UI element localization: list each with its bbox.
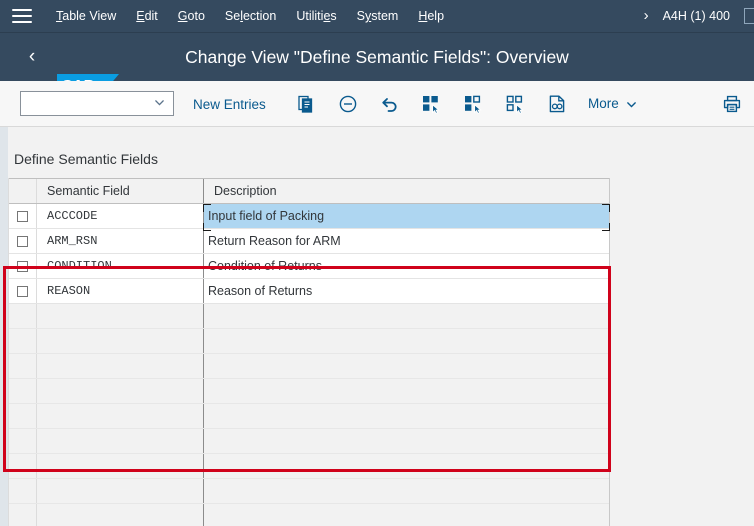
document-details-icon[interactable] xyxy=(547,94,567,119)
menu-bar: Table View Edit Goto Selection Utilities… xyxy=(0,0,754,32)
row-select-cell[interactable] xyxy=(9,254,37,278)
table-row-empty[interactable] xyxy=(9,429,609,454)
row-checkbox[interactable] xyxy=(17,210,28,222)
row-select-cell[interactable] xyxy=(9,229,37,253)
minus-circle-delete-icon[interactable] xyxy=(338,94,358,119)
cell-description[interactable] xyxy=(204,454,609,478)
chevron-down-icon xyxy=(155,100,164,106)
table-row[interactable]: CONDITION Condition of Returns xyxy=(9,254,609,279)
row-checkbox[interactable] xyxy=(17,235,28,247)
row-select-cell[interactable] xyxy=(9,404,37,428)
menu-item-utilities[interactable]: Utilities xyxy=(286,0,346,32)
system-id-label: A4H (1) 400 xyxy=(662,9,730,23)
row-select-cell[interactable] xyxy=(9,204,37,228)
row-checkbox[interactable] xyxy=(17,285,28,297)
cell-semantic-field[interactable] xyxy=(37,354,204,378)
content-left-edge xyxy=(0,127,8,526)
chevron-down-icon xyxy=(626,101,636,108)
table-row-empty[interactable] xyxy=(9,329,609,354)
cell-description[interactable] xyxy=(204,304,609,328)
cell-semantic-field[interactable] xyxy=(37,304,204,328)
row-select-cell[interactable] xyxy=(9,279,37,303)
row-select-cell[interactable] xyxy=(9,429,37,453)
cell-description[interactable]: Reason of Returns xyxy=(204,279,609,303)
cell-semantic-field[interactable] xyxy=(37,429,204,453)
semantic-fields-table: Semantic Field Description ACCCODE Input … xyxy=(8,178,610,526)
table-row-empty[interactable] xyxy=(9,304,609,329)
table-header-row: Semantic Field Description xyxy=(9,178,609,204)
row-select-cell[interactable] xyxy=(9,479,37,503)
row-select-cell[interactable] xyxy=(9,304,37,328)
edge-panel-icon[interactable] xyxy=(744,8,754,24)
hamburger-menu-icon[interactable] xyxy=(12,9,32,23)
table-row-empty[interactable] xyxy=(9,404,609,429)
row-select-cell[interactable] xyxy=(9,329,37,353)
cell-description[interactable]: Condition of Returns xyxy=(204,254,609,278)
shell-header: ‹ SAP Change View "Define Semantic Field… xyxy=(0,32,754,102)
cell-semantic-field[interactable]: CONDITION xyxy=(37,254,204,278)
table-row[interactable]: REASON Reason of Returns xyxy=(9,279,609,304)
chevron-right-icon[interactable]: › xyxy=(638,0,663,32)
page-title: Change View "Define Semantic Fields": Ov… xyxy=(185,47,569,67)
cell-description[interactable] xyxy=(204,379,609,403)
table-header-description[interactable]: Description xyxy=(204,179,609,203)
cell-description[interactable] xyxy=(204,354,609,378)
content-right-pane xyxy=(611,127,754,526)
cell-description[interactable]: Input field of Packing xyxy=(204,204,609,228)
cell-description[interactable] xyxy=(204,404,609,428)
more-button[interactable]: More xyxy=(588,95,638,113)
menu-item-help[interactable]: Help xyxy=(408,0,454,32)
cell-description[interactable] xyxy=(204,329,609,353)
cell-semantic-field[interactable] xyxy=(37,329,204,353)
row-select-cell[interactable] xyxy=(9,504,37,526)
table-row-empty[interactable] xyxy=(9,504,609,526)
table-header-semantic-field[interactable]: Semantic Field xyxy=(37,179,204,203)
deselect-all-icon[interactable] xyxy=(505,94,525,119)
sap-gui-window: Table View Edit Goto Selection Utilities… xyxy=(0,0,754,526)
table-row-empty[interactable] xyxy=(9,379,609,404)
table-row-empty[interactable] xyxy=(9,354,609,379)
cell-semantic-field[interactable]: REASON xyxy=(37,279,204,303)
cell-semantic-field[interactable] xyxy=(37,504,204,526)
row-checkbox[interactable] xyxy=(17,260,28,272)
table-row[interactable]: ACCCODE Input field of Packing xyxy=(9,204,609,229)
row-select-cell[interactable] xyxy=(9,354,37,378)
cell-description[interactable] xyxy=(204,504,609,526)
copy-as-icon[interactable] xyxy=(296,94,316,119)
row-select-cell[interactable] xyxy=(9,454,37,478)
cell-semantic-field[interactable]: ARM_RSN xyxy=(37,229,204,253)
new-entries-button[interactable]: New Entries xyxy=(193,96,266,114)
cell-description[interactable] xyxy=(204,429,609,453)
table-row-empty[interactable] xyxy=(9,479,609,504)
printer-icon[interactable] xyxy=(722,94,742,119)
table-header-select-column xyxy=(9,179,37,203)
menu-item-system[interactable]: System xyxy=(347,0,409,32)
cell-semantic-field[interactable] xyxy=(37,404,204,428)
undo-arrow-icon[interactable] xyxy=(380,94,400,119)
table-body: ACCCODE Input field of Packing ARM_RSN Retu… xyxy=(9,204,609,526)
menu-item-table-view[interactable]: Table View xyxy=(46,0,126,32)
more-button-label: More xyxy=(588,96,619,111)
menu-item-selection[interactable]: Selection xyxy=(215,0,286,32)
cell-semantic-field[interactable]: ACCCODE xyxy=(37,204,204,228)
table-row[interactable]: ARM_RSN Return Reason for ARM xyxy=(9,229,609,254)
cell-semantic-field[interactable] xyxy=(37,379,204,403)
cell-semantic-field[interactable] xyxy=(37,479,204,503)
menu-item-goto[interactable]: Goto xyxy=(168,0,215,32)
view-select-combobox[interactable] xyxy=(20,91,174,116)
table-row-empty[interactable] xyxy=(9,454,609,479)
cell-description[interactable] xyxy=(204,479,609,503)
panel-title: Define Semantic Fields xyxy=(14,151,158,167)
content-area: Define Semantic Fields Semantic Field De… xyxy=(0,127,754,526)
cell-semantic-field[interactable] xyxy=(37,454,204,478)
select-all-icon[interactable] xyxy=(421,94,441,119)
menu-item-edit[interactable]: Edit xyxy=(126,0,168,32)
cell-description[interactable]: Return Reason for ARM xyxy=(204,229,609,253)
row-select-cell[interactable] xyxy=(9,379,37,403)
select-block-icon[interactable] xyxy=(463,94,483,119)
